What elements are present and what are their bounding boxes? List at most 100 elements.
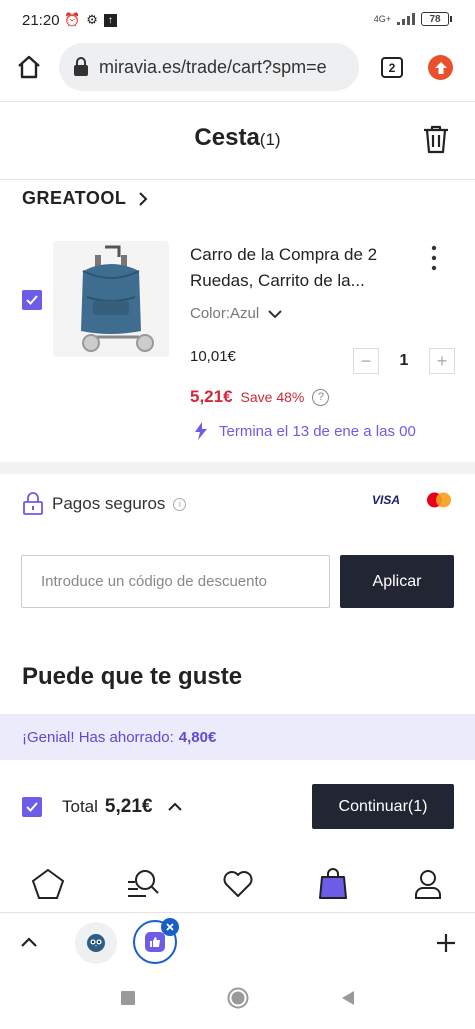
total-value: 5,21€ — [104, 796, 153, 817]
settings-icon: ⚙ — [86, 12, 98, 27]
secure-payments: Pagos seguros i — [22, 492, 187, 516]
url-text: miravia.es/trade/cart?spm=e — [99, 56, 327, 77]
promo-end-row: Termina el 13 de ene a las 00 — [193, 421, 416, 441]
new-tab-button[interactable] — [436, 933, 456, 958]
check-icon — [26, 802, 38, 812]
select-all-checkbox[interactable] — [22, 797, 42, 817]
lock-icon — [74, 57, 88, 76]
recents-button[interactable] — [120, 991, 135, 1010]
thumbs-up-icon — [150, 937, 160, 947]
sale-price: 5,21€ — [190, 387, 233, 406]
delete-button[interactable] — [422, 124, 450, 159]
home-nav-button[interactable] — [227, 987, 249, 1014]
tab-favicon-1[interactable] — [75, 922, 117, 964]
arrow-up-icon — [434, 61, 447, 74]
discount-code-input[interactable] — [21, 555, 330, 608]
shopping-trolley-image — [81, 245, 154, 352]
quantity-stepper: − 1 + — [353, 348, 455, 374]
more-options-button[interactable] — [430, 245, 438, 271]
nav-wishlist[interactable] — [218, 869, 258, 899]
mastercard-logo — [427, 492, 451, 508]
browser-toolbar — [0, 912, 475, 972]
continue-button[interactable]: Continuar(1) — [312, 784, 454, 829]
status-time: 21:20 — [22, 12, 60, 29]
recommendations-title: Puede que te guste — [22, 663, 243, 690]
update-button[interactable] — [428, 55, 453, 80]
chevron-right-icon — [139, 191, 148, 206]
bird-favicon-icon — [87, 934, 105, 952]
alarm-icon: ⏰ — [64, 12, 81, 27]
url-bar[interactable]: miravia.es/trade/cart?spm=e — [59, 43, 359, 91]
android-nav-bar — [0, 972, 475, 1029]
tab-count-button[interactable]: 2 — [381, 57, 403, 78]
close-tab-button[interactable] — [161, 918, 179, 936]
pentagon-home-icon — [31, 868, 64, 899]
circle-icon — [227, 987, 248, 1009]
chevron-up-icon — [168, 802, 183, 811]
minus-icon: − — [360, 350, 372, 371]
product-image[interactable] — [53, 241, 169, 357]
nav-home[interactable] — [28, 868, 68, 900]
secure-payments-label: Pagos seguros — [52, 494, 166, 513]
chevron-down-icon — [268, 309, 282, 318]
nav-account[interactable] — [408, 868, 448, 900]
increase-button[interactable]: + — [429, 348, 455, 374]
miravia-favicon-icon — [145, 932, 165, 952]
section-separator — [0, 462, 475, 474]
item-checkbox[interactable] — [22, 290, 42, 310]
original-price: 10,01€ — [190, 348, 236, 365]
shop-link[interactable]: GREATOOL — [22, 188, 148, 209]
color-label: Color:Azul — [190, 305, 260, 322]
shop-name: GREATOOL — [22, 188, 127, 208]
signal-icon — [397, 13, 415, 25]
decrease-button[interactable]: − — [353, 348, 379, 374]
chevron-up-icon — [21, 937, 37, 947]
plus-icon: + — [436, 350, 448, 371]
home-button[interactable] — [16, 54, 42, 85]
divider — [0, 101, 475, 102]
page-title-text: Cesta — [194, 124, 260, 151]
network-type: 4G+ — [373, 14, 391, 24]
shopping-bag-icon — [318, 868, 347, 899]
quantity-value: 1 — [399, 352, 409, 369]
help-icon[interactable]: ? — [312, 388, 330, 406]
savings-banner: ¡Genial! Has ahorrado: 4,80€ — [0, 714, 475, 760]
lightning-icon — [195, 422, 207, 440]
check-icon — [26, 295, 38, 305]
user-icon — [414, 870, 441, 899]
bottom-nav — [0, 862, 475, 906]
status-bar: 21:20 ⏰ ⚙ ↑ 4G+ 78 — [0, 0, 475, 40]
home-icon — [18, 55, 40, 79]
promo-end-text: Termina el 13 de ene a las 00 — [219, 422, 416, 440]
heart-icon — [223, 871, 252, 897]
nav-cart[interactable] — [313, 868, 353, 900]
page-title: Cesta(1) — [0, 124, 475, 152]
info-icon[interactable]: i — [173, 497, 187, 511]
close-icon — [166, 923, 174, 931]
sale-price-row: 5,21€ Save 48% ? — [190, 387, 330, 407]
lock-outline-icon — [23, 492, 43, 515]
product-title[interactable]: Carro de la Compra de 2 Ruedas, Carrito … — [190, 242, 420, 294]
total-row: Total 5,21€ — [22, 796, 183, 818]
more-vertical-icon — [431, 245, 437, 271]
trash-icon — [424, 125, 448, 154]
back-triangle-icon — [341, 991, 354, 1005]
color-selector[interactable]: Color:Azul — [190, 305, 283, 322]
savings-amount: 4,80€ — [178, 728, 217, 746]
divider — [0, 179, 475, 180]
nav-search[interactable] — [123, 868, 163, 900]
save-percent: Save 48% — [240, 389, 305, 405]
expand-toolbar-button[interactable] — [20, 935, 38, 953]
total-label: Total — [62, 797, 98, 816]
battery-icon: 78 — [421, 12, 452, 26]
savings-label: ¡Genial! Has ahorrado: — [22, 728, 174, 746]
total-summary[interactable]: Total 5,21€ — [62, 796, 183, 818]
apply-button[interactable]: Aplicar — [340, 555, 454, 608]
square-icon — [120, 991, 135, 1005]
search-icon — [127, 870, 159, 897]
back-button[interactable] — [341, 990, 355, 1011]
upload-icon: ↑ — [103, 13, 117, 27]
visa-logo: VISA — [372, 493, 401, 507]
plus-icon — [437, 934, 455, 952]
cart-count: (1) — [259, 130, 281, 149]
